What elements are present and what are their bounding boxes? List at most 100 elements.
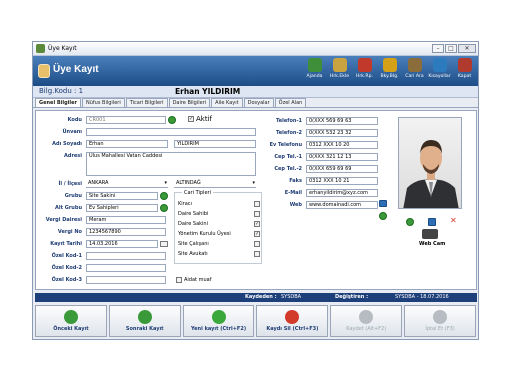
tool-balance-button[interactable]: Bky.Blg. [378,56,401,79]
chevron-down-icon: ▾ [164,180,167,186]
arrow-left-button[interactable]: Önceki Kayıt [35,305,107,337]
unvan-label: Ünvanı [62,129,82,135]
aidat-label: Aidat muaf [184,277,212,283]
vd-field[interactable]: Meram [86,216,166,224]
member-code: Bilg.Kodu : 1 [39,87,84,95]
kod-field[interactable]: CR001 [86,116,166,124]
save-photo-icon[interactable] [428,218,436,226]
tab-0[interactable]: Genel Bilgiler [35,98,82,107]
tool-search-button[interactable]: Cari Ara [403,56,426,79]
kaydeden-value: SYSDBA [281,294,302,300]
tool-close-door-button[interactable]: Kapat [453,56,476,79]
calendar-icon[interactable] [160,241,168,247]
x-button[interactable]: İptal Et (F3) [404,305,476,337]
contact-label: Web [289,202,302,208]
ilce-select[interactable]: ALTINDAĞ ▾ [174,180,256,188]
cari-type-label: Daire Sakini [178,221,208,227]
cari-type-checkbox[interactable]: ✓ [254,221,260,227]
degistiren-value: SYSDBA - 18.07.2016 [395,294,449,300]
globe-icon[interactable] [379,212,387,220]
x-icon [433,310,448,324]
email-icon[interactable] [379,200,387,207]
vno-field[interactable]: 1234567890 [86,228,166,236]
tab-6[interactable]: Özel Alan [274,98,307,107]
maximize-button[interactable]: □ [445,44,457,53]
refresh-icon[interactable] [160,204,168,212]
contact-field[interactable]: 0(XXX 569 69 63 [306,117,378,125]
tab-5[interactable]: Dosyalar [243,98,274,107]
header: Üye Kayıt Ajanda Hrk.Ekle Hrk.Rp. Bky.Blg. C… [33,56,478,86]
contact-field[interactable]: www.domainadi.com [306,201,378,209]
cari-type-label: Yönetim Kurulu Üyesi [178,231,231,237]
adres-field[interactable]: Ulus Mahallesi Vatan Caddesi [86,152,256,176]
arrow-right-icon [137,310,152,324]
contact-label: E-Mail [284,190,302,196]
cari-type-checkbox[interactable]: ✓ [254,231,260,237]
button-label: Kaydet (Alt+F2) [346,326,387,332]
arrow-right-button[interactable]: Sonraki Kayıt [108,305,181,337]
cari-type-checkbox[interactable] [254,251,260,257]
altgrup-select[interactable]: Ev Sahipleri [86,204,158,212]
il-select[interactable]: ANKARA ▾ [86,180,168,188]
button-label: Önceki Kayıt [53,326,89,332]
minimize-button[interactable]: – [432,44,444,53]
contact-field[interactable]: 0(XXX 659 69 69 [306,165,378,173]
search-icon [407,58,422,72]
button-label: İptal Et (F3) [425,326,455,332]
tool-label: Kapat [457,74,472,79]
tab-4[interactable]: Aile Kayıt [211,98,243,107]
contact-label: Telefon-1 [276,118,302,124]
contact-field[interactable]: 0312 XXX 10 21 [306,177,378,185]
cari-type-label: Site Çalışanı [178,241,209,247]
cari-types-title: Cari Tipleri [182,190,213,196]
tool-shortcuts-button[interactable]: Kısayollar [428,56,451,79]
check-icon [359,310,374,324]
tab-1[interactable]: Nüfus Bilgileri [82,98,125,107]
ad-field[interactable]: Erhan [86,140,168,148]
minus-button[interactable]: Kaydı Sil (Ctrl+F3) [256,305,329,337]
member-photo [398,117,462,209]
report-icon [357,58,372,72]
aidat-checkbox[interactable] [176,277,182,283]
tab-2[interactable]: Ticari Bilgileri [125,98,168,107]
refresh-icon[interactable] [168,116,176,124]
ok1-field[interactable] [86,252,166,260]
contact-field[interactable]: erhanyildirim@xyz.com [306,189,378,197]
contact-field[interactable]: 0(XXX 321 12 13 [306,153,378,161]
kt-field[interactable]: 14.03.2016 [86,240,158,248]
vd-label: Vergi Dairesi [45,217,82,223]
ok2-field[interactable] [86,264,166,272]
tool-label: Hrk.Ekle [329,74,350,79]
ok2-label: Özel Kod-2 [51,265,82,271]
soyad-field[interactable]: YILDIRIM [174,140,256,148]
add-photo-icon[interactable] [406,218,414,226]
webcam-label[interactable]: Web Cam [419,241,445,247]
unvan-field[interactable] [86,128,256,136]
degistiren-label: Değiştiren : [335,294,369,300]
contact-label: Cep Tel.-1 [274,154,302,160]
tool-report-button[interactable]: Hrk.Rp. [353,56,376,79]
button-label: Kaydı Sil (Ctrl+F3) [266,326,319,332]
check-button[interactable]: Kaydet (Alt+F2) [330,305,403,337]
tab-3[interactable]: Daire Bilgileri [168,98,211,107]
cari-type-checkbox[interactable] [254,211,260,217]
tool-tree-button[interactable]: Ajanda [303,56,326,79]
aktif-label: Aktif [196,115,212,123]
grup-select[interactable]: Site Sakini [86,192,158,200]
general-info-panel: Kodu CR001 ✓ Aktif Ünvanı Adı Soyadı Erh… [35,110,477,290]
tree-icon [307,58,322,72]
plus-button[interactable]: Yeni kayıt (Ctrl+F2) [182,305,255,337]
delete-photo-icon[interactable]: ✕ [450,216,457,225]
webcam-icon[interactable] [422,229,438,239]
refresh-icon[interactable] [160,192,168,200]
close-button[interactable]: ✕ [458,44,476,53]
contact-label: Telefon-2 [276,130,302,136]
cari-type-checkbox[interactable] [254,241,260,247]
aktif-checkbox[interactable]: ✓ [188,116,194,122]
contact-field[interactable]: 0(XXX 532 23 32 [306,129,378,137]
ok3-field[interactable] [86,276,166,284]
button-label: Yeni kayıt (Ctrl+F2) [191,326,247,332]
tool-add-movement-button[interactable]: Hrk.Ekle [328,56,351,79]
altgrup-label: Alt Grubu [55,205,82,211]
contact-field[interactable]: 0312 XXX 10 20 [306,141,378,149]
